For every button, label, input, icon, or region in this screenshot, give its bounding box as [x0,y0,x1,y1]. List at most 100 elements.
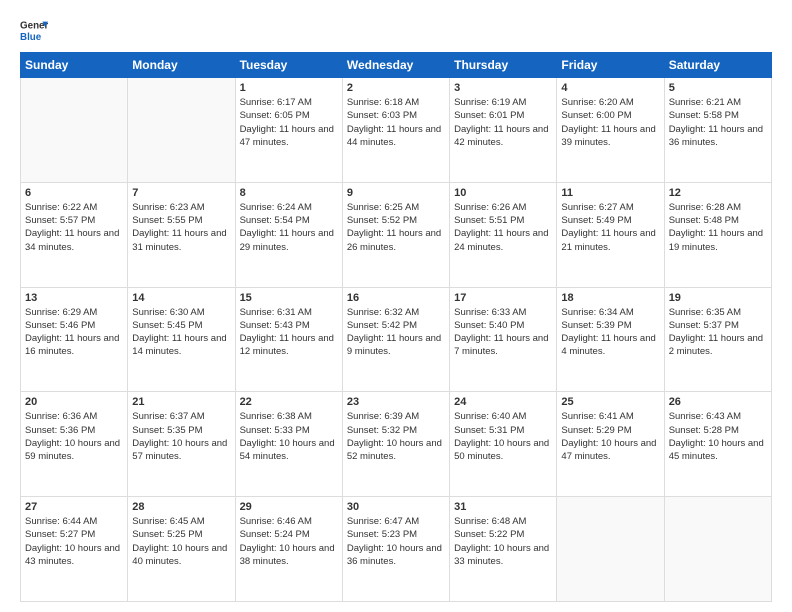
day-detail: Sunrise: 6:21 AMSunset: 5:58 PMDaylight:… [669,96,767,149]
day-cell: 7 Sunrise: 6:23 AMSunset: 5:55 PMDaylight… [128,182,235,287]
header: General Blue [20,16,772,44]
day-number: 5 [669,82,767,94]
day-number: 2 [347,82,445,94]
day-detail: Sunrise: 6:36 AMSunset: 5:36 PMDaylight:… [25,410,123,463]
day-cell: 8 Sunrise: 6:24 AMSunset: 5:54 PMDaylight… [235,182,342,287]
calendar-table: SundayMondayTuesdayWednesdayThursdayFrid… [20,52,772,602]
weekday-header-friday: Friday [557,53,664,78]
day-number: 27 [25,501,123,513]
day-number: 8 [240,187,338,199]
day-number: 20 [25,396,123,408]
day-number: 11 [561,187,659,199]
weekday-header-wednesday: Wednesday [342,53,449,78]
day-cell: 18Sunrise: 6:34 AMSunset: 5:39 PMDayligh… [557,287,664,392]
day-cell [557,497,664,602]
weekday-header-thursday: Thursday [450,53,557,78]
day-cell: 17 Sunrise: 6:33 AMSunset: 5:40 PMDayligh… [450,287,557,392]
day-cell: 27 Sunrise: 6:44 AMSunset: 5:27 PMDayligh… [21,497,128,602]
day-detail: Sunrise: 6:39 AMSunset: 5:32 PMDaylight:… [347,410,445,463]
day-detail: Sunrise: 6:19 AMSunset: 6:01 PMDaylight:… [454,96,552,149]
day-cell [21,78,128,183]
day-cell: 31 Sunrise: 6:48 AMSunset: 5:22 PMDayligh… [450,497,557,602]
day-number: 25 [561,396,659,408]
day-detail: Sunrise: 6:47 AMSunset: 5:23 PMDaylight:… [347,515,445,568]
week-row-3: 13Sunrise: 6:29 AMSunset: 5:46 PMDayligh… [21,287,772,392]
day-detail: Sunrise: 6:33 AMSunset: 5:40 PMDaylight:… [454,306,552,359]
day-cell: 3 Sunrise: 6:19 AMSunset: 6:01 PMDaylight… [450,78,557,183]
day-cell: 1 Sunrise: 6:17 AMSunset: 6:05 PMDaylight… [235,78,342,183]
day-number: 12 [669,187,767,199]
day-cell [664,497,771,602]
day-number: 23 [347,396,445,408]
logo: General Blue [20,16,48,44]
day-cell: 5 Sunrise: 6:21 AMSunset: 5:58 PMDaylight… [664,78,771,183]
day-number: 14 [132,292,230,304]
day-number: 22 [240,396,338,408]
day-detail: Sunrise: 6:43 AMSunset: 5:28 PMDaylight:… [669,410,767,463]
week-row-5: 27 Sunrise: 6:44 AMSunset: 5:27 PMDayligh… [21,497,772,602]
day-detail: Sunrise: 6:28 AMSunset: 5:48 PMDaylight:… [669,201,767,254]
day-detail: Sunrise: 6:41 AMSunset: 5:29 PMDaylight:… [561,410,659,463]
day-detail: Sunrise: 6:27 AMSunset: 5:49 PMDaylight:… [561,201,659,254]
day-cell: 16 Sunrise: 6:32 AMSunset: 5:42 PMDayligh… [342,287,449,392]
day-number: 29 [240,501,338,513]
day-cell: 22 Sunrise: 6:38 AMSunset: 5:33 PMDayligh… [235,392,342,497]
day-detail: Sunrise: 6:45 AMSunset: 5:25 PMDaylight:… [132,515,230,568]
day-number: 16 [347,292,445,304]
day-detail: Sunrise: 6:26 AMSunset: 5:51 PMDaylight:… [454,201,552,254]
day-cell: 11 Sunrise: 6:27 AMSunset: 5:49 PMDayligh… [557,182,664,287]
day-number: 31 [454,501,552,513]
day-cell: 21 Sunrise: 6:37 AMSunset: 5:35 PMDayligh… [128,392,235,497]
weekday-header-row: SundayMondayTuesdayWednesdayThursdayFrid… [21,53,772,78]
day-number: 4 [561,82,659,94]
day-detail: Sunrise: 6:44 AMSunset: 5:27 PMDaylight:… [25,515,123,568]
day-number: 9 [347,187,445,199]
day-detail: Sunrise: 6:22 AMSunset: 5:57 PMDaylight:… [25,201,123,254]
day-number: 18 [561,292,659,304]
day-detail: Sunrise: 6:18 AMSunset: 6:03 PMDaylight:… [347,96,445,149]
day-cell: 14 Sunrise: 6:30 AMSunset: 5:45 PMDayligh… [128,287,235,392]
day-cell: 24 Sunrise: 6:40 AMSunset: 5:31 PMDayligh… [450,392,557,497]
week-row-1: 1 Sunrise: 6:17 AMSunset: 6:05 PMDaylight… [21,78,772,183]
day-number: 7 [132,187,230,199]
day-number: 6 [25,187,123,199]
day-detail: Sunrise: 6:25 AMSunset: 5:52 PMDaylight:… [347,201,445,254]
weekday-header-monday: Monday [128,53,235,78]
day-number: 26 [669,396,767,408]
day-detail: Sunrise: 6:38 AMSunset: 5:33 PMDaylight:… [240,410,338,463]
page: General Blue SundayMondayTuesdayWednesda… [0,0,792,612]
week-row-4: 20 Sunrise: 6:36 AMSunset: 5:36 PMDayligh… [21,392,772,497]
day-detail: Sunrise: 6:35 AMSunset: 5:37 PMDaylight:… [669,306,767,359]
weekday-header-tuesday: Tuesday [235,53,342,78]
day-detail: Sunrise: 6:32 AMSunset: 5:42 PMDaylight:… [347,306,445,359]
day-cell: 6 Sunrise: 6:22 AMSunset: 5:57 PMDaylight… [21,182,128,287]
week-row-2: 6 Sunrise: 6:22 AMSunset: 5:57 PMDaylight… [21,182,772,287]
day-detail: Sunrise: 6:48 AMSunset: 5:22 PMDaylight:… [454,515,552,568]
day-cell: 12 Sunrise: 6:28 AMSunset: 5:48 PMDayligh… [664,182,771,287]
day-cell: 2 Sunrise: 6:18 AMSunset: 6:03 PMDaylight… [342,78,449,183]
day-cell: 25 Sunrise: 6:41 AMSunset: 5:29 PMDayligh… [557,392,664,497]
day-detail: Sunrise: 6:30 AMSunset: 5:45 PMDaylight:… [132,306,230,359]
day-number: 3 [454,82,552,94]
day-cell [128,78,235,183]
weekday-header-sunday: Sunday [21,53,128,78]
day-detail: Sunrise: 6:31 AMSunset: 5:43 PMDaylight:… [240,306,338,359]
day-number: 17 [454,292,552,304]
svg-text:Blue: Blue [20,32,42,43]
weekday-header-saturday: Saturday [664,53,771,78]
day-detail: Sunrise: 6:29 AMSunset: 5:46 PMDaylight:… [25,306,123,359]
day-cell: 13Sunrise: 6:29 AMSunset: 5:46 PMDayligh… [21,287,128,392]
day-detail: Sunrise: 6:17 AMSunset: 6:05 PMDaylight:… [240,96,338,149]
day-detail: Sunrise: 6:23 AMSunset: 5:55 PMDaylight:… [132,201,230,254]
day-number: 24 [454,396,552,408]
day-number: 21 [132,396,230,408]
day-detail: Sunrise: 6:46 AMSunset: 5:24 PMDaylight:… [240,515,338,568]
day-detail: Sunrise: 6:37 AMSunset: 5:35 PMDaylight:… [132,410,230,463]
day-cell: 23 Sunrise: 6:39 AMSunset: 5:32 PMDayligh… [342,392,449,497]
day-detail: Sunrise: 6:24 AMSunset: 5:54 PMDaylight:… [240,201,338,254]
logo-icon: General Blue [20,16,48,44]
day-number: 1 [240,82,338,94]
day-cell: 29 Sunrise: 6:46 AMSunset: 5:24 PMDayligh… [235,497,342,602]
day-detail: Sunrise: 6:40 AMSunset: 5:31 PMDaylight:… [454,410,552,463]
day-cell: 4Sunrise: 6:20 AMSunset: 6:00 PMDaylight… [557,78,664,183]
